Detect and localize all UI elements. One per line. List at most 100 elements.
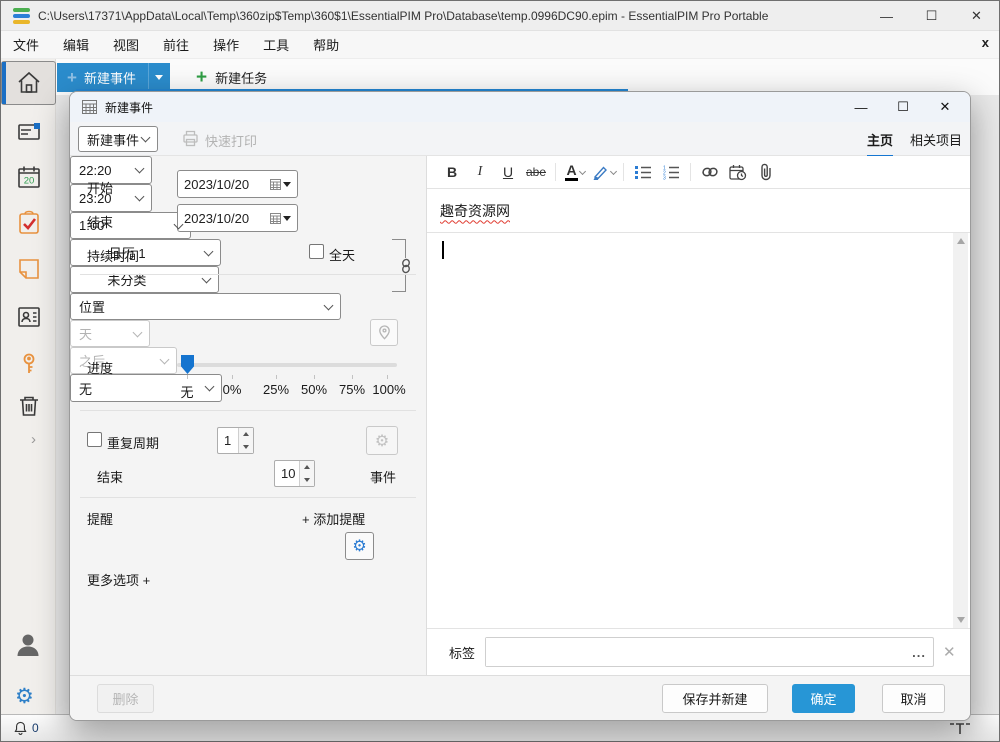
- recurrence-unit-value: 天: [79, 324, 92, 343]
- font-color-button[interactable]: A: [563, 160, 587, 184]
- sidebar-item-notes[interactable]: [1, 248, 56, 290]
- tab-related-items[interactable]: 相关项目: [910, 130, 962, 155]
- menu-help[interactable]: 帮助: [301, 31, 351, 58]
- duration-label: 持续时间: [87, 246, 139, 265]
- sidebar-item-home[interactable]: [1, 61, 56, 105]
- printer-icon[interactable]: [182, 130, 199, 147]
- location-select[interactable]: 位置: [70, 293, 341, 320]
- recurrence-checkbox[interactable]: [87, 432, 102, 447]
- progress-slider-track[interactable]: [177, 363, 397, 367]
- reminder-select[interactable]: 无: [70, 374, 222, 402]
- map-location-button[interactable]: [370, 319, 398, 346]
- chevron-down-icon[interactable]: [579, 167, 586, 174]
- insert-datetime-button[interactable]: [726, 160, 750, 184]
- new-event-button[interactable]: + 新建事件: [57, 63, 170, 92]
- paperclip-icon: [759, 163, 773, 181]
- all-day-checkbox[interactable]: [309, 244, 324, 259]
- menu-actions[interactable]: 操作: [201, 31, 251, 58]
- strikethrough-button[interactable]: abe: [524, 160, 548, 184]
- window-minimize-button[interactable]: —: [864, 1, 909, 31]
- italic-button[interactable]: I: [468, 160, 492, 184]
- all-day-label: 全天: [329, 245, 355, 264]
- spin-up-icon[interactable]: [300, 461, 314, 474]
- editor-body[interactable]: [427, 233, 970, 628]
- sidebar-item-tasks[interactable]: [1, 202, 56, 244]
- item-type-select[interactable]: 新建事件: [78, 126, 158, 152]
- recurrence-unit-select[interactable]: 天: [70, 320, 150, 347]
- sidebar-item-passwords[interactable]: [1, 343, 56, 385]
- spin-up-icon[interactable]: [239, 428, 253, 441]
- subject-row[interactable]: 趣奇资源网: [427, 189, 970, 233]
- sidebar-item-trash[interactable]: [1, 385, 56, 427]
- end-date-input[interactable]: 2023/10/20: [177, 204, 298, 232]
- tab-home[interactable]: 主页: [867, 130, 893, 158]
- sidebar-item-calendar[interactable]: 20: [1, 156, 56, 198]
- recurrence-interval-spinner[interactable]: 1: [217, 427, 254, 454]
- user-avatar-icon[interactable]: [14, 631, 42, 659]
- notifications-area[interactable]: 0: [13, 720, 39, 736]
- tags-row: 标签 ... ✕: [427, 628, 970, 675]
- end-label: 结束: [87, 212, 113, 231]
- save-and-new-button[interactable]: 保存并新建: [662, 684, 768, 713]
- app-logo-icon: [13, 8, 30, 24]
- progress-slider-handle[interactable]: [181, 355, 194, 374]
- sidebar-collapse-chevron-icon[interactable]: ›: [31, 431, 36, 448]
- more-options-link[interactable]: 更多选项 +: [87, 570, 150, 589]
- numbered-list-button[interactable]: 123: [659, 160, 683, 184]
- dialog-maximize-button[interactable]: ☐: [882, 92, 924, 122]
- insert-link-button[interactable]: [698, 160, 722, 184]
- new-task-button[interactable]: + 新建任务: [186, 68, 277, 87]
- end-date-value: 2023/10/20: [184, 211, 249, 226]
- window-title: C:\Users\17371\AppData\Local\Temp\360zip…: [38, 9, 768, 23]
- settings-gear-icon[interactable]: ⚙: [15, 684, 34, 709]
- menu-view[interactable]: 视图: [101, 31, 151, 58]
- attach-file-button[interactable]: [754, 160, 778, 184]
- chain-link-icon[interactable]: [399, 258, 413, 274]
- menu-tools[interactable]: 工具: [251, 31, 301, 58]
- chevron-down-icon[interactable]: [610, 167, 617, 174]
- tags-browse-button[interactable]: ...: [905, 645, 933, 660]
- scroll-up-icon[interactable]: [953, 233, 968, 249]
- category-select[interactable]: 未分类: [70, 266, 219, 293]
- sidebar-item-contacts[interactable]: [1, 296, 56, 338]
- highlight-button[interactable]: [591, 160, 616, 184]
- tags-clear-icon[interactable]: ✕: [943, 643, 956, 661]
- gear-icon: ⚙: [375, 431, 389, 451]
- menu-edit[interactable]: 编辑: [51, 31, 101, 58]
- separator: [623, 163, 624, 181]
- editor-scrollbar[interactable]: [953, 233, 968, 628]
- start-date-input[interactable]: 2023/10/20: [177, 170, 298, 198]
- dialog-minimize-button[interactable]: —: [840, 92, 882, 122]
- highlighter-icon: [591, 163, 609, 181]
- sidebar-item-mail[interactable]: [1, 111, 56, 153]
- cancel-button[interactable]: 取消: [882, 684, 945, 713]
- ok-button[interactable]: 确定: [792, 684, 855, 713]
- scroll-down-icon[interactable]: [953, 612, 968, 628]
- delete-button[interactable]: 删除: [97, 684, 154, 713]
- bold-button[interactable]: B: [440, 160, 464, 184]
- recurrence-settings-button[interactable]: ⚙: [366, 426, 398, 455]
- recurrence-count-spinner[interactable]: 10: [274, 460, 315, 487]
- new-event-dropdown-button[interactable]: [148, 63, 170, 92]
- underline-button[interactable]: U: [496, 160, 520, 184]
- spin-down-icon[interactable]: [300, 474, 314, 487]
- tags-input[interactable]: [486, 638, 905, 666]
- dialog-close-button[interactable]: ✕: [924, 92, 966, 122]
- sidebar: 20 › ⚙: [1, 59, 56, 714]
- event-subject[interactable]: 趣奇资源网: [440, 201, 510, 221]
- quick-print-label[interactable]: 快速打印: [205, 131, 257, 150]
- editor-toolbar: B I U abe A 123: [427, 156, 970, 189]
- bullet-list-button[interactable]: [631, 160, 655, 184]
- window-close-button[interactable]: ✕: [954, 1, 999, 31]
- window-titlebar: C:\Users\17371\AppData\Local\Temp\360zip…: [1, 1, 999, 31]
- menu-file[interactable]: 文件: [1, 31, 51, 58]
- menubar-close-icon[interactable]: x: [982, 35, 989, 50]
- reminder-settings-button[interactable]: ⚙: [345, 532, 374, 560]
- spin-down-icon[interactable]: [239, 441, 253, 454]
- menu-go[interactable]: 前往: [151, 31, 201, 58]
- progress-tick-0: 0%: [223, 382, 242, 397]
- window-maximize-button[interactable]: ☐: [909, 1, 954, 31]
- event-form-panel: 开始 2023/10/20 22:20 结束 2023/10/20 23:20 …: [70, 156, 427, 675]
- add-reminder-link[interactable]: + 添加提醒: [302, 509, 365, 528]
- menubar: 文件 编辑 视图 前往 操作 工具 帮助: [1, 31, 999, 59]
